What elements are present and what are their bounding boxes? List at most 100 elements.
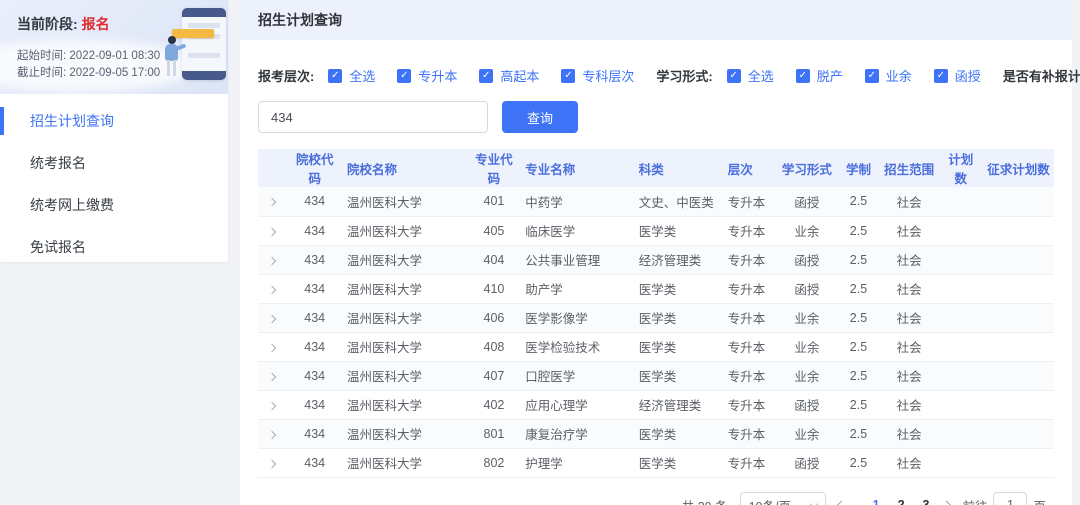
level-option-label: 全选 (349, 66, 375, 85)
expand-row-icon[interactable] (268, 285, 276, 293)
cell-major-name: 口腔医学 (521, 361, 634, 390)
total-count: 共 29 条 (682, 496, 728, 505)
page-number-3[interactable]: 3 (921, 498, 932, 505)
app-window: 当前阶段:报名 起始时间: 2022-09-01 08:30 截止时间: 202… (0, 0, 1080, 505)
cell-plan-count (938, 419, 983, 448)
expand-row-icon[interactable] (268, 343, 276, 351)
cell-scope: 社会 (880, 274, 939, 303)
expand-row-icon[interactable] (268, 227, 276, 235)
expand-row-icon[interactable] (268, 256, 276, 264)
row-expand-cell (258, 361, 286, 390)
study-form-option-2[interactable]: ✓ 业余 (865, 66, 912, 85)
sidebar: 当前阶段:报名 起始时间: 2022-09-01 08:30 截止时间: 202… (0, 0, 228, 262)
pagination-bar: 共 29 条 10条/页 123 前往 页 (258, 492, 1054, 505)
current-stage: 当前阶段:报名 (0, 0, 228, 34)
cell-school-name: 温州医科大学 (343, 274, 467, 303)
level-option-label: 高起本 (500, 66, 539, 85)
cell-plan-count (938, 332, 983, 361)
row-expand-cell (258, 390, 286, 419)
cell-major-code: 802 (467, 448, 522, 477)
cell-request-plan-count (983, 303, 1054, 332)
level-option-1[interactable]: ✓专升本 (397, 66, 457, 85)
cell-level: 专升本 (724, 303, 777, 332)
checkbox-checked-icon: ✓ (865, 69, 879, 83)
page-number-2[interactable]: 2 (896, 498, 907, 505)
expand-row-icon[interactable] (268, 198, 276, 206)
study-form-option-label: 业余 (886, 66, 912, 85)
checkbox-checked-icon: ✓ (479, 69, 493, 83)
cell-level: 专升本 (724, 419, 777, 448)
table-row: 434温州医科大学406医学影像学医学类专升本业余2.5社会 (258, 303, 1054, 332)
study-form-option-0[interactable]: ✓全选 (727, 66, 774, 85)
study-form-option-3[interactable]: ✓函授 (934, 66, 981, 85)
sidebar-item-2[interactable]: 统考网上缴费 (0, 184, 228, 226)
expand-row-icon[interactable] (268, 372, 276, 380)
goto-page-input[interactable] (993, 492, 1027, 505)
row-expand-cell (258, 419, 286, 448)
cell-request-plan-count (983, 245, 1054, 274)
cell-plan-count (938, 303, 983, 332)
search-row: 查询 (258, 101, 1054, 133)
study-form-checkbox-group: ✓全选 ✓脱产 ✓ 业余 ✓函授 (727, 66, 1003, 85)
cell-school-code: 434 (286, 361, 343, 390)
cell-plan-count (938, 216, 983, 245)
next-page-button[interactable] (943, 498, 950, 505)
cell-major-name: 助产学 (521, 274, 634, 303)
table-row: 434温州医科大学801康复治疗学医学类专升本业余2.5社会 (258, 419, 1054, 448)
cell-request-plan-count (983, 390, 1054, 419)
cell-level: 专升本 (724, 274, 777, 303)
stage-label: 当前阶段: (17, 16, 78, 32)
row-expand-cell (258, 245, 286, 274)
cell-duration: 2.5 (837, 303, 880, 332)
page-size-select[interactable]: 10条/页 (740, 492, 826, 505)
cell-request-plan-count (983, 361, 1054, 390)
sidebar-item-0[interactable]: 招生计划查询 (0, 100, 228, 142)
cell-duration: 2.5 (837, 419, 880, 448)
level-checkbox-group: ✓全选 ✓专升本 ✓ 高起本 ✓专科层次 (328, 66, 656, 85)
cell-category: 医学类 (635, 361, 724, 390)
cell-plan-count (938, 245, 983, 274)
table-row: 434温州医科大学407口腔医学医学类专升本业余2.5社会 (258, 361, 1054, 390)
table-row: 434温州医科大学405临床医学医学类专升本业余2.5社会 (258, 216, 1054, 245)
cell-plan-count (938, 361, 983, 390)
cell-study-form: 函授 (776, 448, 837, 477)
cell-major-code: 408 (467, 332, 522, 361)
cell-school-name: 温州医科大学 (343, 419, 467, 448)
row-expand-cell (258, 187, 286, 216)
search-input[interactable] (258, 101, 488, 133)
column-header-duration: 学制 (837, 149, 880, 187)
column-header-school-code: 院校代码 (286, 149, 343, 187)
expand-row-icon[interactable] (268, 430, 276, 438)
cell-major-name: 康复治疗学 (521, 419, 634, 448)
cell-school-code: 434 (286, 419, 343, 448)
cell-level: 专升本 (724, 332, 777, 361)
cell-category: 医学类 (635, 216, 724, 245)
query-button[interactable]: 查询 (502, 101, 578, 133)
level-option-3[interactable]: ✓专科层次 (561, 66, 634, 85)
cell-major-name: 医学影像学 (521, 303, 634, 332)
page-number-1[interactable]: 1 (871, 498, 882, 505)
prev-page-button[interactable] (838, 498, 845, 505)
column-header-study-form: 学习形式 (776, 149, 837, 187)
cell-major-code: 404 (467, 245, 522, 274)
cell-major-code: 402 (467, 390, 522, 419)
cell-scope: 社会 (880, 216, 939, 245)
sidebar-item-1[interactable]: 统考报名 (0, 142, 228, 184)
level-option-2[interactable]: ✓ 高起本 (479, 66, 539, 85)
level-option-0[interactable]: ✓全选 (328, 66, 375, 85)
cell-request-plan-count (983, 187, 1054, 216)
cell-plan-count (938, 274, 983, 303)
cell-major-name: 护理学 (521, 448, 634, 477)
expand-row-icon[interactable] (268, 459, 276, 467)
column-header-major-code: 专业代码 (467, 149, 522, 187)
sidebar-item-3[interactable]: 免试报名 (0, 226, 228, 268)
cell-level: 专升本 (724, 216, 777, 245)
study-form-option-1[interactable]: ✓脱产 (796, 66, 843, 85)
cell-scope: 社会 (880, 390, 939, 419)
expand-row-icon[interactable] (268, 314, 276, 322)
page-numbers: 1 2 3 (857, 498, 932, 505)
filter-row: 报考层次: ✓全选✓专升本✓高起本✓专科层次 学习形式: ✓全选✓脱产✓业余✓函… (258, 66, 1054, 85)
cell-study-form: 业余 (776, 332, 837, 361)
cell-scope: 社会 (880, 303, 939, 332)
expand-row-icon[interactable] (268, 401, 276, 409)
